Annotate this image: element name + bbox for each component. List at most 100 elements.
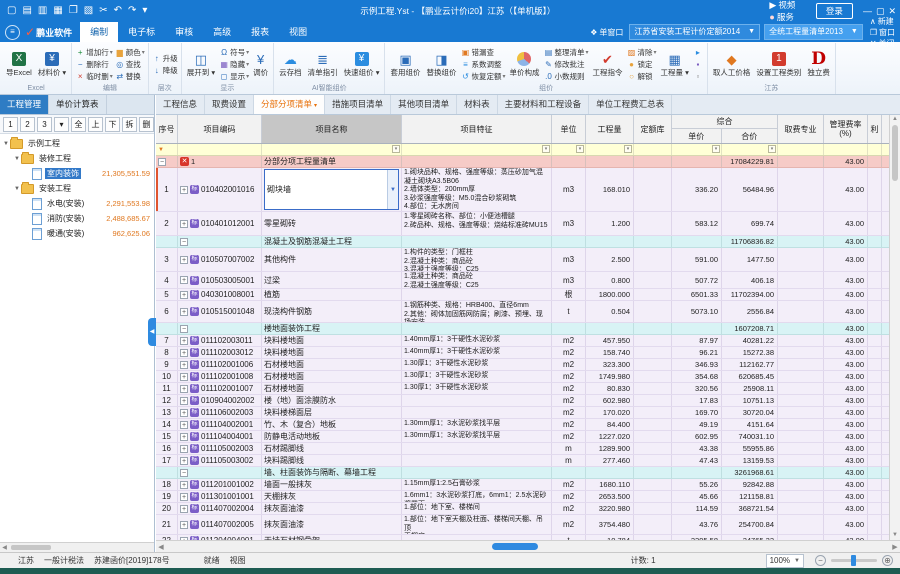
table-vscrollbar[interactable]: ▲ ▼ bbox=[889, 115, 900, 540]
cell-sn[interactable]: 21 bbox=[156, 515, 178, 534]
cell-total[interactable]: 368721.54 bbox=[722, 503, 778, 514]
cell-code[interactable]: +标040301008001 bbox=[178, 289, 262, 300]
cell-dk[interactable] bbox=[634, 168, 672, 211]
cell-extra[interactable] bbox=[868, 395, 882, 406]
cell-qty[interactable]: 1749.980 bbox=[586, 371, 634, 382]
cell-qty[interactable]: 457.950 bbox=[586, 335, 634, 346]
table-row[interactable]: 1+标010402001016砌块墙▼1.砌块品种、规格、强度等级：蒸压砂加气混… bbox=[156, 168, 889, 212]
cell-sn[interactable]: 11 bbox=[156, 383, 178, 394]
cell-price[interactable]: 6501.33 bbox=[672, 289, 722, 300]
tree-item-室内装饰[interactable]: 室内装饰21,305,551.59 bbox=[0, 166, 154, 181]
close-window-button[interactable]: ✕关闭 bbox=[870, 38, 895, 49]
expand-toggle-icon[interactable]: + bbox=[180, 361, 188, 369]
menu-tab-电子标[interactable]: 电子标 bbox=[118, 22, 165, 42]
cell-extra[interactable] bbox=[868, 479, 882, 490]
cell-fee[interactable] bbox=[778, 419, 824, 430]
ribbon-button-整理清单[interactable]: ▤整理清单▾ bbox=[543, 46, 588, 58]
cell-extra[interactable] bbox=[868, 156, 882, 167]
cell-price[interactable]: 320.56 bbox=[672, 383, 722, 394]
panel-collapse-handle[interactable]: ◀ bbox=[148, 318, 156, 346]
cell-extra[interactable] bbox=[868, 443, 882, 454]
cell-fee[interactable] bbox=[778, 236, 824, 247]
cell-dk[interactable] bbox=[634, 335, 672, 346]
cell-rate[interactable]: 43.00 bbox=[824, 395, 868, 406]
cell-code[interactable]: +标010515001048 bbox=[178, 301, 262, 322]
ribbon-button-清单指引[interactable]: ≣清单指引 bbox=[305, 43, 341, 85]
cell-price[interactable]: 47.43 bbox=[672, 455, 722, 466]
table-row[interactable]: 8+标011102003012块料楼地面1.40mm厚1：3干硬性水泥砂浆m21… bbox=[156, 347, 889, 359]
ribbon-button-替换组价[interactable]: ◨替换组价 bbox=[423, 43, 459, 85]
cell-total[interactable]: 740031.10 bbox=[722, 431, 778, 442]
section-row[interactable]: −混凝土及钢筋混凝土工程11706836.8243.00 bbox=[156, 236, 889, 248]
cell-name[interactable]: 植筋 bbox=[262, 289, 402, 300]
ribbon-button-单价构成[interactable]: 单价构成 bbox=[506, 43, 542, 85]
expand-toggle-icon[interactable]: + bbox=[180, 481, 188, 489]
ribbon-button-修改批注[interactable]: ✎修改批注 bbox=[543, 58, 588, 70]
cell-name[interactable]: 块料楼地面 bbox=[262, 347, 402, 358]
cell-qty[interactable]: 2.500 bbox=[586, 248, 634, 271]
cell-rate[interactable]: 43.00 bbox=[824, 289, 868, 300]
cell-fee[interactable] bbox=[778, 479, 824, 490]
tree-item-暖通(安装)[interactable]: 暖通(安装)962,625.06 bbox=[0, 226, 154, 241]
cell-sn[interactable] bbox=[156, 467, 178, 478]
zoom-slider[interactable] bbox=[831, 559, 877, 562]
undo-icon[interactable]: ↶ bbox=[114, 0, 122, 22]
panel-tab-工程管理[interactable]: 工程管理 bbox=[0, 95, 49, 114]
cell-rate[interactable]: 43.00 bbox=[824, 335, 868, 346]
ribbon-button-调价[interactable]: ¥调价 bbox=[250, 43, 271, 85]
filter-dropdown-icon[interactable]: ▾ bbox=[392, 145, 400, 153]
cell-rate[interactable]: 43.00 bbox=[824, 407, 868, 418]
ribbon-button-工程量[interactable]: ▦工程量 ▾ bbox=[658, 43, 692, 85]
cell-unit[interactable]: m2 bbox=[552, 359, 586, 370]
cell-total[interactable]: 121158.81 bbox=[722, 491, 778, 502]
tree-item-装修工程[interactable]: ▼装修工程 bbox=[0, 151, 154, 166]
cell-name[interactable]: 分部分项工程量清单 bbox=[262, 156, 402, 167]
filter-cell-unit[interactable]: ▾ bbox=[552, 144, 586, 155]
table-hscrollbar[interactable]: ◀ ▶ bbox=[156, 540, 900, 552]
ribbon-button-降级[interactable]: ↓降级 bbox=[152, 64, 178, 76]
table-row[interactable]: 17+标011105003002块料踢脚线m277.46047.4313159.… bbox=[156, 455, 889, 467]
cell-total[interactable]: 620685.45 bbox=[722, 371, 778, 382]
cell-code[interactable]: +标010507007002 bbox=[178, 248, 262, 271]
cell-unit[interactable]: 根 bbox=[552, 289, 586, 300]
cell-price[interactable]: 507.72 bbox=[672, 272, 722, 288]
cell-rate[interactable]: 43.00 bbox=[824, 168, 868, 211]
cell-feat[interactable] bbox=[402, 236, 552, 247]
cell-rate[interactable]: 43.00 bbox=[824, 212, 868, 235]
cell-feat[interactable]: 1.40mm厚1：3干硬性水泥砂浆 bbox=[402, 347, 552, 358]
cell-fee[interactable] bbox=[778, 301, 824, 322]
cell-name[interactable]: 混凝土及钢筋混凝土工程 bbox=[262, 236, 402, 247]
cell-feat[interactable]: 1.构件的类型：门框柱 2.混凝土种类：商品砼 3.混凝土强度等级：C25 bbox=[402, 248, 552, 271]
cell-unit[interactable]: m3 bbox=[552, 272, 586, 288]
cell-price[interactable]: 336.20 bbox=[672, 168, 722, 211]
cell-price[interactable]: 17.83 bbox=[672, 395, 722, 406]
cell-feat[interactable] bbox=[402, 289, 552, 300]
cell-rate[interactable]: 43.00 bbox=[824, 515, 868, 534]
cell-sn[interactable]: 19 bbox=[156, 491, 178, 502]
cell-dk[interactable] bbox=[634, 371, 672, 382]
redo-icon[interactable]: ↷ bbox=[128, 0, 136, 22]
menu-tab-报表[interactable]: 报表 bbox=[241, 22, 279, 42]
cell-fee[interactable] bbox=[778, 383, 824, 394]
cell-total[interactable]: 55955.86 bbox=[722, 443, 778, 454]
cell-price[interactable]: 346.93 bbox=[672, 359, 722, 370]
cell-sn[interactable]: 7 bbox=[156, 335, 178, 346]
cell-unit[interactable]: m2 bbox=[552, 395, 586, 406]
cell-extra[interactable] bbox=[868, 419, 882, 430]
tree-item-安装工程[interactable]: ▼安装工程 bbox=[0, 181, 154, 196]
cell-sn[interactable]: 14 bbox=[156, 419, 178, 430]
cell-total[interactable]: 30720.04 bbox=[722, 407, 778, 418]
cell-total[interactable]: 10751.13 bbox=[722, 395, 778, 406]
tree-tool-删[interactable]: 删 bbox=[139, 117, 154, 132]
expand-toggle-icon[interactable]: + bbox=[180, 409, 188, 417]
cell-sn[interactable]: 1 bbox=[156, 168, 178, 211]
cell-code[interactable]: − bbox=[178, 323, 262, 334]
ribbon-button-工程指令[interactable]: ✔工程指令 bbox=[590, 43, 626, 85]
ribbon-button-锁定[interactable]: ●锁定 bbox=[627, 58, 657, 70]
tree-item-消防(安装)[interactable]: 消防(安装)2,488,685.67 bbox=[0, 211, 154, 226]
sheet-tab-主要材料和工程设备[interactable]: 主要材料和工程设备 bbox=[498, 95, 590, 114]
cell-total[interactable]: 4151.64 bbox=[722, 419, 778, 430]
filter-dropdown-icon[interactable]: ▾ bbox=[576, 145, 584, 153]
cell-sn[interactable]: 8 bbox=[156, 347, 178, 358]
cell-dk[interactable] bbox=[634, 479, 672, 490]
